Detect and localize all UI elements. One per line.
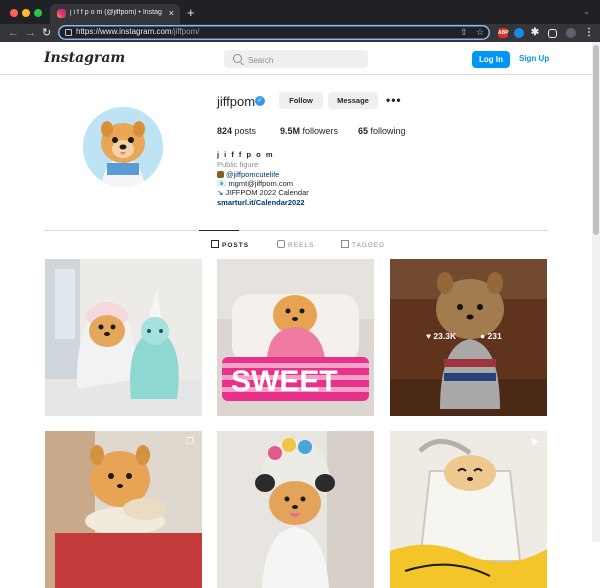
adblock-extension-icon[interactable]: ABP [498, 28, 509, 38]
post-tile[interactable]: ▶ [390, 431, 547, 588]
verified-badge-icon: ✓ [255, 96, 265, 106]
reload-icon[interactable]: ↻ [42, 27, 51, 39]
reels-icon [277, 240, 285, 248]
instagram-logo[interactable]: Instagram [44, 50, 125, 66]
profile-avatar[interactable] [83, 107, 163, 187]
search-box[interactable] [224, 50, 368, 68]
maximize-window-button[interactable] [34, 9, 42, 17]
tab-title: j i f f p o m (@jiffpom) • Instagr... [70, 9, 162, 16]
bookmark-star-icon[interactable]: ☆ [476, 27, 484, 38]
forward-arrow-icon[interactable]: → [25, 27, 36, 39]
svg-text:SWEET: SWEET [231, 365, 338, 398]
post-tile[interactable]: SWEET [217, 259, 374, 416]
tab-tagged[interactable]: TAGGED [341, 240, 385, 249]
url-text[interactable]: https://www.instagram.com/jiffpom/ [76, 27, 199, 36]
browser-toolbar: ← → ↻ https://www.instagram.com/jiffpom/… [0, 24, 600, 42]
tab-reels[interactable]: REELS [277, 240, 314, 249]
back-arrow-icon[interactable]: ← [8, 27, 19, 39]
search-input[interactable] [246, 52, 365, 68]
email-emoji-icon: 📧 [217, 179, 227, 188]
post-tile[interactable]: ♥ 23.3K ● 231 [390, 259, 547, 416]
scrollbar-thumb[interactable] [593, 45, 599, 235]
bio-mention-link[interactable]: @jiffpomcutelife [226, 170, 279, 179]
message-button[interactable]: Message [328, 92, 378, 109]
posts-count: 824 posts [217, 126, 257, 136]
tab-search-chevron-icon[interactable]: ⌄ [583, 7, 590, 16]
post-hover-overlay [390, 259, 547, 416]
profile-avatar-icon[interactable] [566, 28, 576, 38]
close-window-button[interactable] [10, 9, 18, 17]
post-tile[interactable] [45, 259, 202, 416]
follow-button[interactable]: Follow [279, 92, 323, 109]
following-count[interactable]: 65 following [358, 126, 406, 136]
signup-link[interactable]: Sign Up [519, 54, 549, 63]
tab-strip: j i f f p o m (@jiffpom) • Instagr... × … [0, 0, 600, 24]
lock-icon [65, 29, 72, 36]
profile-category: Public figure [217, 160, 259, 169]
grid-icon [211, 240, 219, 248]
post-likes: ♥ 23.3K [426, 331, 457, 341]
bio-mention-line: @jiffpomcutelife [217, 170, 279, 179]
browser-menu-icon[interactable]: ⋮ [584, 28, 594, 38]
tagged-icon [341, 240, 349, 248]
share-icon[interactable]: ⇧ [460, 27, 468, 38]
carousel-icon: ❐ [185, 436, 194, 446]
bio-email-line: 📧 mgmt@jiffpom.com [217, 179, 294, 188]
more-options-icon[interactable]: ••• [386, 93, 402, 107]
post-comments: ● 231 [480, 331, 502, 341]
tab-close-icon[interactable]: × [169, 8, 174, 18]
minimize-window-button[interactable] [22, 9, 30, 17]
tab-posts[interactable]: POSTS [198, 230, 249, 249]
page-scrollbar[interactable] [592, 42, 600, 542]
browser-chrome: j i f f p o m (@jiffpom) • Instagr... × … [0, 0, 600, 42]
followers-count[interactable]: 9.5M followers [280, 126, 338, 136]
profile-tabs: POSTS REELS TAGGED [44, 230, 548, 257]
search-icon [233, 54, 242, 63]
instagram-favicon-icon [57, 9, 66, 18]
video-icon: ▶ [532, 436, 539, 446]
bio-calendar-line: ↘ JIFFPOM 2022 Calendar [217, 188, 309, 197]
puzzle-extension-icon[interactable]: ✱ [530, 28, 540, 38]
profile-display-name: j i f f p o m [217, 150, 274, 159]
profile-username: jiffpom [217, 94, 256, 109]
post-tile[interactable]: ❐ [45, 431, 202, 588]
address-bar[interactable]: https://www.instagram.com/jiffpom/ ⇧ ☆ [58, 25, 490, 40]
browser-tab-instagram[interactable]: j i f f p o m (@jiffpom) • Instagr... × [50, 4, 180, 24]
arrow-emoji-icon: ↘ [217, 188, 224, 197]
login-button[interactable]: Log In [472, 51, 510, 68]
new-tab-button[interactable]: + [187, 6, 195, 19]
post-tile[interactable] [217, 431, 374, 588]
side-panel-icon[interactable] [548, 29, 557, 38]
bio-external-link[interactable]: smarturl.it/Calendar2022 [217, 198, 305, 207]
instagram-header: Instagram Log In Sign Up [0, 42, 592, 75]
camera-extension-icon[interactable] [514, 28, 524, 38]
bear-emoji-icon [217, 171, 224, 178]
